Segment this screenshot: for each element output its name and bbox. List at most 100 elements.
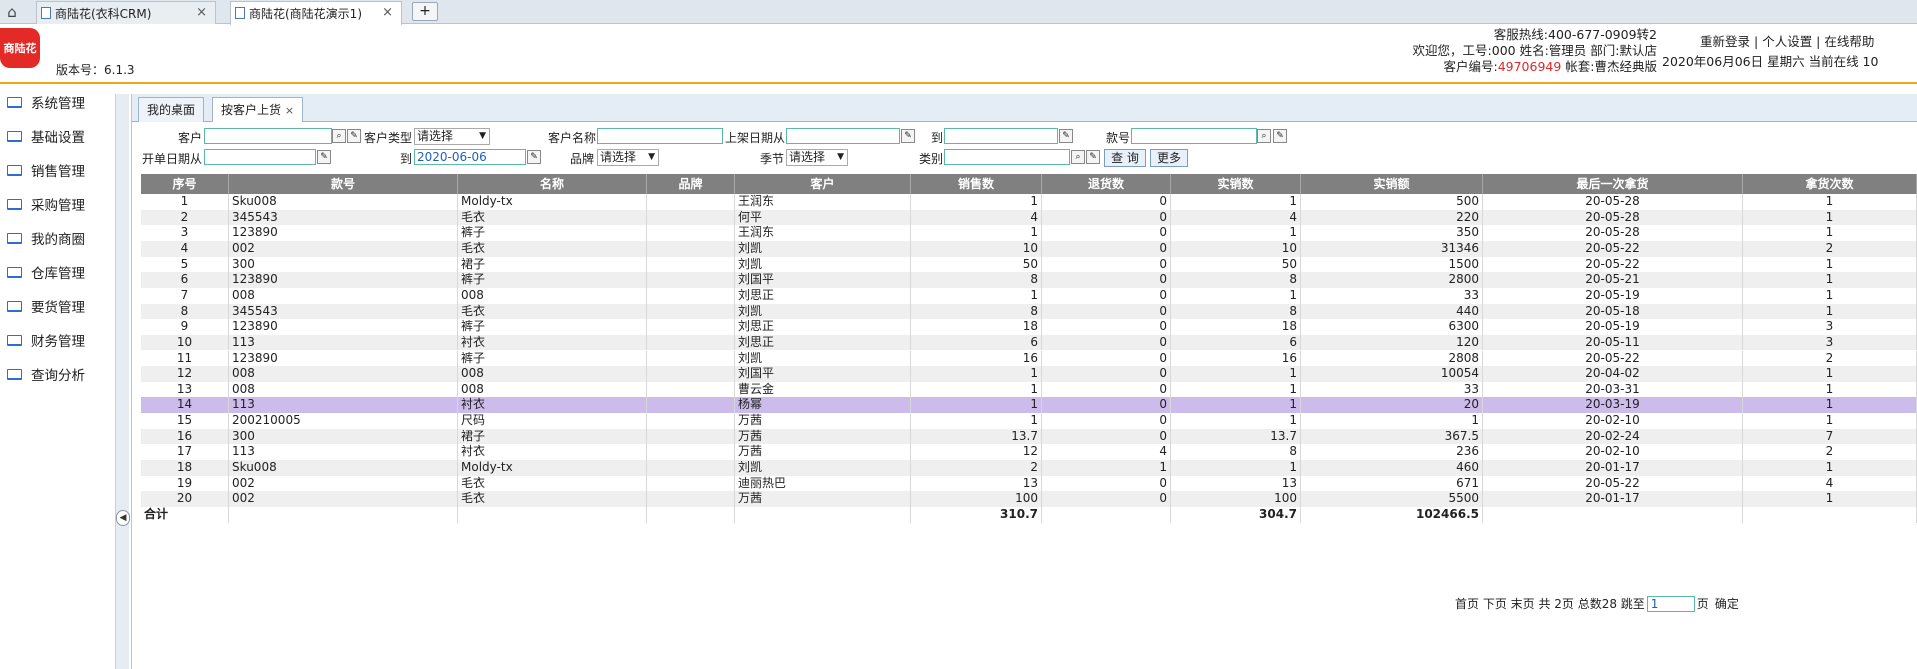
edit-icon[interactable]: ✎ [347,129,361,143]
page-number-input[interactable]: 1 [1646,595,1695,612]
browser-tab-demo[interactable]: 商陆花(商陆花演示1) × [230,1,402,25]
table-row[interactable]: 6 123890 裤子 刘国平 8 0 8 2800 20-05-21 1 [141,272,1917,288]
table-row[interactable]: 5 300 裙子 刘凯 50 0 50 1500 20-05-22 1 [141,256,1917,273]
tab-customer-shipment[interactable]: 按客户上货 × [212,97,304,122]
table-row[interactable]: 10 113 衬衣 刘思正 6 0 6 120 20-05-11 3 [141,334,1917,351]
customer-input[interactable] [204,128,332,144]
cell-last-pickup: 20-03-19 [1483,397,1743,414]
column-header-actual-amount[interactable]: 实销额 [1301,174,1483,194]
sidebar-item-finance[interactable]: 财务管理 [0,330,115,350]
search-icon[interactable]: ⌕ [1071,150,1085,164]
column-header-customer[interactable]: 客户 [735,174,911,194]
chevron-down-icon: ▼ [837,152,844,162]
online-help-link[interactable]: 在线帮助 [1824,34,1874,49]
brand-select[interactable]: 请选择 ▼ [597,149,659,166]
table-row[interactable]: 13 008 008 曹云金 1 0 1 33 20-03-31 1 [141,381,1917,398]
confirm-button[interactable]: 确定 [1715,595,1739,612]
sidebar-splitter[interactable] [115,94,129,669]
personal-settings-link[interactable]: 个人设置 [1762,34,1812,49]
cell-style-no: 008 [229,381,458,398]
cell-brand [647,303,735,320]
pager-text[interactable]: 首页 下页 末页 共 2页 总数28 跳至 [1455,595,1645,612]
new-tab-button[interactable]: + [412,2,438,21]
sidebar-item-warehouse[interactable]: 仓库管理 [0,262,115,282]
query-button[interactable]: 查 询 [1104,149,1146,167]
table-row[interactable]: 18 Sku008 Moldy-tx 刘凯 2 1 1 460 20-01-17 1 [141,460,1917,476]
cell-name: 裤子 [458,225,647,241]
table-row[interactable]: 12 008 008 刘国平 1 0 1 10054 20-04-02 1 [141,366,1917,382]
calendar-icon[interactable]: ✎ [527,150,541,164]
cell-sales-qty: 4 [911,209,1042,226]
sidebar-item-label: 仓库管理 [31,266,85,282]
table-row[interactable]: 1 Sku008 Moldy-tx 王润东 1 0 1 500 20-05-28 1 [141,194,1917,210]
column-header-actual-qty[interactable]: 实销数 [1171,174,1301,194]
cell-sales-qty: 8 [911,303,1042,320]
cell-actual-qty: 8 [1171,444,1301,461]
cell-last-pickup: 20-05-28 [1483,194,1743,210]
search-icon[interactable]: ⌕ [332,129,346,143]
collapse-left-icon[interactable]: ◀ [116,510,130,526]
season-select[interactable]: 请选择 ▼ [786,149,848,166]
sidebar-item-query[interactable]: 查询分析 [0,364,115,384]
cell-actual-amount: 102466.5 [1301,507,1483,523]
column-header-last-pickup[interactable]: 最后一次拿货 [1483,174,1743,194]
table-total-row[interactable]: 合计 310.7 304.7 102466.5 [141,507,1917,523]
table-row[interactable]: 4 002 毛衣 刘凯 10 0 10 31346 20-05-22 2 [141,240,1917,257]
customer-name-input[interactable] [597,128,723,144]
order-date-to-input[interactable]: 2020-06-06 [414,149,526,165]
edit-icon[interactable]: ✎ [1086,150,1100,164]
sidebar-item-basic[interactable]: 基础设置 [0,126,115,146]
tab-my-desktop[interactable]: 我的桌面 [138,97,205,122]
sidebar-item-requisition[interactable]: 要货管理 [0,296,115,316]
cell-customer [735,507,911,523]
close-icon[interactable]: × [196,5,207,20]
category-input[interactable] [944,149,1070,165]
column-header-return-qty[interactable]: 退货数 [1042,174,1171,194]
cell-customer: 刘凯 [735,350,911,367]
home-icon[interactable]: ⌂ [0,0,24,24]
calendar-icon[interactable]: ✎ [901,129,915,143]
sidebar-item-purchase[interactable]: 采购管理 [0,194,115,214]
relogin-link[interactable]: 重新登录 [1700,34,1750,49]
browser-tab-crm[interactable]: 商陆花(衣科CRM) × [36,1,216,24]
sidebar-item-circle[interactable]: 我的商圈 [0,228,115,248]
table-row[interactable]: 3 123890 裤子 王润东 1 0 1 350 20-05-28 1 [141,225,1917,241]
close-icon[interactable]: × [285,104,294,117]
table-row[interactable]: 9 123890 裤子 刘思正 18 0 18 6300 20-05-19 3 [141,319,1917,335]
order-date-from-label: 开单日期从 [141,152,202,166]
search-icon[interactable]: ⌕ [1257,129,1271,143]
calendar-icon[interactable]: ✎ [317,150,331,164]
sidebar-item-system[interactable]: 系统管理 [0,92,115,112]
sidebar-item-sales[interactable]: 销售管理 [0,160,115,180]
cell-style-no: 300 [229,428,458,445]
table-row[interactable]: 2 345543 毛衣 何平 4 0 4 220 20-05-28 1 [141,209,1917,226]
order-date-from-input[interactable] [204,149,316,165]
table-row[interactable]: 16 300 裙子 万茜 13.7 0 13.7 367.5 20-02-24 7 [141,428,1917,445]
column-header-pickup-count[interactable]: 拿货次数 [1743,174,1917,194]
cell-return-qty: 0 [1042,194,1171,210]
customer-type-select[interactable]: 请选择 ▼ [414,128,490,145]
calendar-icon[interactable]: ✎ [1059,129,1073,143]
more-button[interactable]: 更多 [1150,149,1188,167]
shelf-date-to-input[interactable] [944,128,1058,144]
cell-actual-qty: 8 [1171,303,1301,320]
column-header-seq[interactable]: 序号 [141,174,229,194]
table-row[interactable]: 14 113 衬衣 杨幂 1 0 1 20 20-03-19 1 [141,397,1917,414]
style-no-input[interactable] [1131,128,1257,144]
close-icon[interactable]: × [382,5,393,20]
table-row[interactable]: 11 123890 裤子 刘凯 16 0 16 2808 20-05-22 2 [141,350,1917,367]
table-row[interactable]: 15 200210005 尺码 万茜 1 0 1 1 20-02-10 1 [141,413,1917,429]
table-row[interactable]: 19 002 毛衣 迪丽热巴 13 0 13 671 20-05-22 4 [141,475,1917,492]
column-header-name[interactable]: 名称 [458,174,647,194]
table-row[interactable]: 17 113 衬衣 万茜 12 4 8 236 20-02-10 2 [141,444,1917,461]
edit-icon[interactable]: ✎ [1273,129,1287,143]
column-header-sales-qty[interactable]: 销售数 [911,174,1042,194]
shelf-date-from-input[interactable] [786,128,900,144]
table-row[interactable]: 20 002 毛衣 万茜 100 0 100 5500 20-01-17 1 [141,491,1917,507]
table-row[interactable]: 8 345543 毛衣 刘凯 8 0 8 440 20-05-18 1 [141,303,1917,320]
column-header-brand[interactable]: 品牌 [647,174,735,194]
column-header-style-no[interactable]: 款号 [229,174,458,194]
cell-style-no: 300 [229,256,458,273]
table-row[interactable]: 7 008 008 刘思正 1 0 1 33 20-05-19 1 [141,287,1917,304]
cell-customer: 刘国平 [735,272,911,288]
